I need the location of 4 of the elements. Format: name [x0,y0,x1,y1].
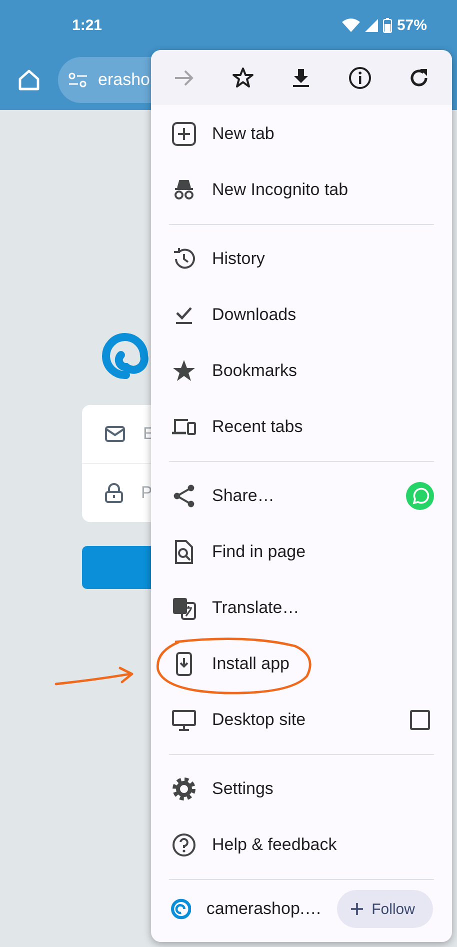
site-name: camerashop.… [206,899,322,919]
address-text: erasho [98,70,150,90]
battery-percent: 57% [396,16,427,34]
status-time: 1:21 [72,16,102,34]
